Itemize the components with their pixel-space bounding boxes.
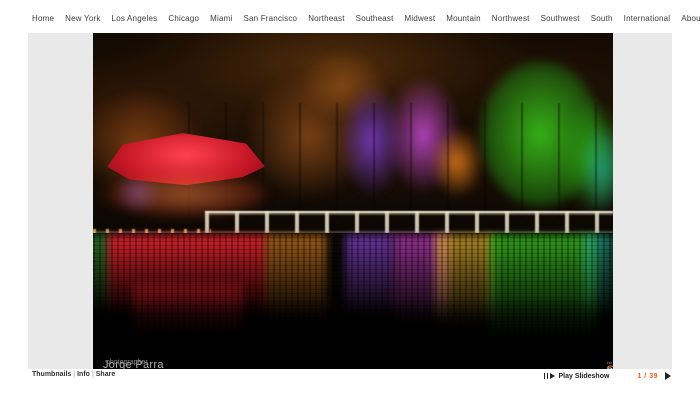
info-link[interactable]: Info — [77, 371, 90, 378]
top-navigation: Home New York Los Angeles Chicago Miami … — [32, 12, 672, 24]
nav-link-south[interactable]: South — [591, 14, 613, 23]
white-colonnade — [205, 211, 613, 233]
play-slideshow-button[interactable]: Play Slideshow — [558, 373, 609, 380]
nav-link-new-york[interactable]: New York — [65, 14, 100, 23]
nav-link-international[interactable]: International — [624, 14, 671, 23]
nav-link-san-francisco[interactable]: San Francisco — [243, 14, 297, 23]
nav-link-midwest[interactable]: Midwest — [405, 14, 436, 23]
footer-separator: | — [73, 371, 75, 378]
nav-link-southeast[interactable]: Southeast — [356, 14, 394, 23]
nav-link-chicago[interactable]: Chicago — [168, 14, 199, 23]
nav-link-home[interactable]: Home — [32, 14, 54, 23]
water-dark-fade — [93, 297, 613, 369]
play-icon[interactable] — [550, 373, 555, 379]
nav-link-miami[interactable]: Miami — [210, 14, 232, 23]
nav-link-mountain[interactable]: Mountain — [446, 14, 481, 23]
trademark-mark: ™ — [606, 362, 612, 368]
share-link[interactable]: Share — [96, 371, 115, 378]
nav-link-southwest[interactable]: Southwest — [541, 14, 580, 23]
nav-link-los-angeles[interactable]: Los Angeles — [112, 14, 158, 23]
nav-link-northeast[interactable]: Northeast — [308, 14, 344, 23]
pause-icon[interactable] — [544, 373, 549, 379]
photographer-role: photographer — [106, 359, 148, 366]
footer-separator: | — [92, 371, 94, 378]
slide-counter: 1 / 39 — [637, 373, 658, 380]
footer-bar: Thumbnails|Info|Share Play Slideshow 1 /… — [28, 370, 672, 383]
slideshow-controls: Play Slideshow 1 / 39 — [544, 370, 671, 382]
thumbnails-link[interactable]: Thumbnails — [32, 371, 71, 378]
footer-links: Thumbnails|Info|Share — [32, 371, 115, 378]
nav-link-northwest[interactable]: Northwest — [492, 14, 530, 23]
slideshow-photo[interactable]: Jorge Parraphotographer archnetSTUDIO™ — [93, 33, 613, 369]
next-slide-arrow-icon[interactable] — [665, 372, 671, 380]
nav-link-about-contact[interactable]: About + Contact — [681, 14, 700, 23]
